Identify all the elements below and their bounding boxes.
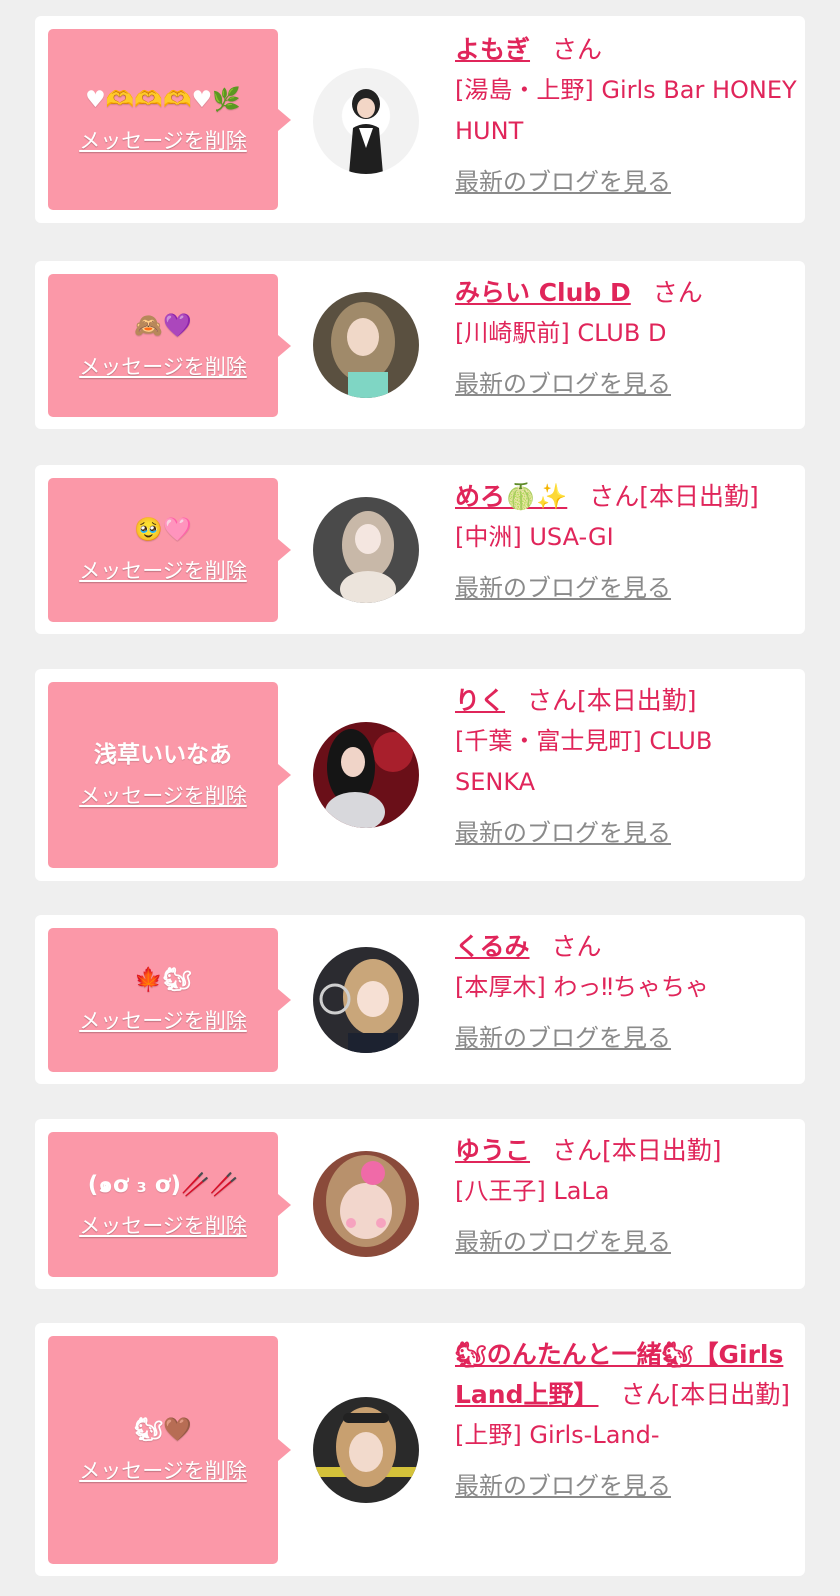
avatar[interactable] — [313, 1397, 419, 1503]
message-text: 🥹🩷 — [134, 517, 192, 543]
shop-name: [湯島・上野] Girls Bar HONEY HUNT — [455, 76, 797, 145]
message-bubble: 🥹🩷 メッセージを削除 — [48, 478, 291, 622]
delete-message-link[interactable]: メッセージを削除 — [79, 1455, 247, 1485]
latest-blog-link[interactable]: 最新のブログを見る — [455, 813, 671, 848]
delete-message-link[interactable]: メッセージを削除 — [79, 1005, 247, 1035]
cast-info: ゆうこ さん[本日出勤] [八王子] LaLa 最新のブログを見る — [455, 1131, 800, 1257]
cast-info: めろ🍈✨ さん[本日出勤] [中洲] USA-GI 最新のブログを見る — [455, 477, 800, 603]
honorific: さん[本日出勤] — [527, 686, 697, 715]
cast-name-link[interactable]: めろ🍈✨ — [455, 482, 567, 511]
message-bubble: 🐿🤎 メッセージを削除 — [48, 1336, 291, 1564]
shop-name: [上野] Girls-Land- — [455, 1421, 660, 1449]
avatar-image — [313, 722, 419, 828]
avatar[interactable] — [313, 1151, 419, 1257]
cast-name-link[interactable]: みらい Club D — [455, 278, 631, 307]
honorific: さん[本日出勤] — [589, 482, 759, 511]
delete-message-link[interactable]: メッセージを削除 — [79, 351, 247, 381]
delete-message-link[interactable]: メッセージを削除 — [79, 555, 247, 585]
avatar-image — [313, 292, 419, 398]
latest-blog-link[interactable]: 最新のブログを見る — [455, 1018, 671, 1053]
avatar[interactable] — [313, 497, 419, 603]
avatar-image — [349, 89, 383, 174]
avatar-image — [313, 1397, 419, 1503]
avatar-image — [313, 497, 419, 603]
message-text: 🍁🐿 — [134, 967, 192, 993]
cast-name-link[interactable]: ゆうこ — [455, 1136, 530, 1165]
honorific: さん — [552, 35, 603, 64]
latest-blog-link[interactable]: 最新のブログを見る — [455, 568, 671, 603]
message-card: 🐿🤎 メッセージを削除 🐿のんたんと一緒🐿【Girls Land上野】 さん[本日… — [35, 1323, 805, 1576]
message-card: 🥹🩷 メッセージを削除 めろ🍈✨ さん[本日出勤] [中洲] USA-GI 最新の… — [35, 465, 805, 634]
avatar-image — [313, 947, 419, 1053]
honorific: さん — [551, 932, 602, 961]
latest-blog-link[interactable]: 最新のブログを見る — [455, 1222, 671, 1257]
message-card: 浅草いいなあ メッセージを削除 りく さん[本日出勤] [千葉・富士見町] CLU… — [35, 669, 805, 881]
latest-blog-link[interactable]: 最新のブログを見る — [455, 364, 671, 399]
delete-message-link[interactable]: メッセージを削除 — [79, 125, 247, 155]
honorific: さん — [652, 278, 703, 307]
shop-name: [千葉・富士見町] CLUB SENKA — [455, 727, 713, 796]
message-text: 🐿🤎 — [134, 1417, 192, 1443]
avatar[interactable] — [313, 722, 419, 828]
latest-blog-link[interactable]: 最新のブログを見る — [455, 162, 671, 197]
shop-name: [本厚木] わっ‼ちゃちゃ — [455, 973, 710, 1001]
message-bubble: 🙈💜 メッセージを削除 — [48, 274, 291, 417]
cast-info: よもぎ さん [湯島・上野] Girls Bar HONEY HUNT 最新のブロ… — [455, 30, 800, 197]
message-bubble: (๑ơ ₃ ơ)🥢🥢 メッセージを削除 — [48, 1132, 291, 1277]
cast-info: くるみ さん [本厚木] わっ‼ちゃちゃ 最新のブログを見る — [455, 927, 800, 1053]
message-text: 浅草いいなあ — [94, 742, 232, 768]
cast-info: 🐿のんたんと一緒🐿【Girls Land上野】 さん[本日出勤] [上野] Gir… — [455, 1335, 800, 1501]
shop-name: [八王子] LaLa — [455, 1177, 610, 1205]
delete-message-link[interactable]: メッセージを削除 — [79, 780, 247, 810]
cast-info: みらい Club D さん [川崎駅前] CLUB D 最新のブログを見る — [455, 273, 800, 399]
cast-name-link[interactable]: くるみ — [455, 932, 530, 961]
message-card: 🍁🐿 メッセージを削除 くるみ さん [本厚木] わっ‼ちゃちゃ 最新のブログを見… — [35, 915, 805, 1084]
avatar[interactable] — [313, 292, 419, 398]
message-card: ♥🫶🫶🫶♥🌿 メッセージを削除 よもぎ さん [湯島・上野] Girls Bar … — [35, 16, 805, 223]
message-text: (๑ơ ₃ ơ)🥢🥢 — [87, 1171, 239, 1198]
message-card: 🙈💜 メッセージを削除 みらい Club D さん [川崎駅前] CLUB D 最… — [35, 261, 805, 429]
cast-name-link[interactable]: りく — [455, 686, 505, 715]
avatar-image — [313, 1151, 419, 1257]
honorific: さん[本日出勤] — [620, 1380, 791, 1409]
shop-name: [川崎駅前] CLUB D — [455, 319, 667, 347]
message-bubble: 🍁🐿 メッセージを削除 — [48, 928, 291, 1072]
message-text: 🙈💜 — [134, 312, 192, 339]
delete-message-link[interactable]: メッセージを削除 — [79, 1210, 247, 1240]
latest-blog-link[interactable]: 最新のブログを見る — [455, 1466, 671, 1501]
cast-name-link[interactable]: よもぎ — [455, 35, 530, 64]
avatar[interactable] — [313, 68, 419, 174]
message-bubble: 浅草いいなあ メッセージを削除 — [48, 682, 291, 868]
message-bubble: ♥🫶🫶🫶♥🌿 メッセージを削除 — [48, 29, 291, 210]
message-text: ♥🫶🫶🫶♥🌿 — [85, 86, 241, 113]
cast-info: りく さん[本日出勤] [千葉・富士見町] CLUB SENKA 最新のブログを見… — [455, 681, 800, 848]
avatar[interactable] — [313, 947, 419, 1053]
message-card: (๑ơ ₃ ơ)🥢🥢 メッセージを削除 ゆうこ さん[本日出勤] [八王子] La… — [35, 1119, 805, 1289]
shop-name: [中洲] USA-GI — [455, 523, 614, 551]
honorific: さん[本日出勤] — [552, 1136, 722, 1165]
